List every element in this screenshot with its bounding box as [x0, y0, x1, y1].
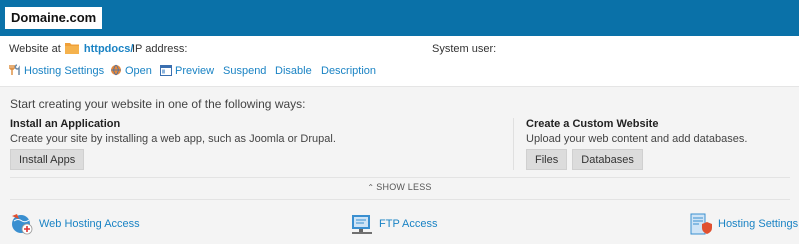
- custom-buttons: Files Databases: [526, 149, 643, 170]
- preview-link[interactable]: Preview: [160, 64, 214, 78]
- create-website-panel: Start creating your website in one of th…: [0, 86, 799, 244]
- system-user-label: System user:: [432, 43, 497, 55]
- divider-top: [10, 177, 790, 178]
- brand-logo[interactable]: Domaine.com: [5, 7, 103, 29]
- ip-address-label: IP address:: [132, 43, 188, 55]
- globe-icon: [111, 64, 121, 76]
- top-bar: Domaine.com: [0, 0, 799, 36]
- preview-icon: [160, 65, 172, 76]
- web-hosting-access-link[interactable]: Web Hosting Access: [10, 212, 140, 238]
- show-less-label: SHOW LESS: [376, 182, 432, 192]
- panel-headline: Start creating your website in one of th…: [10, 97, 306, 111]
- preview-label: Preview: [175, 65, 215, 77]
- hosting-settings-feature-link[interactable]: Hosting Settings: [689, 212, 798, 238]
- hosting-settings-label: Hosting Settings: [24, 65, 105, 77]
- website-location: Website at httpdocs/: [9, 42, 133, 56]
- open-link[interactable]: Open: [110, 64, 152, 78]
- databases-button[interactable]: Databases: [572, 149, 643, 170]
- hosting-settings-feature-label: Hosting Settings: [718, 218, 799, 230]
- website-at-label: Website at: [9, 43, 61, 55]
- system-user-value: [499, 42, 550, 54]
- open-label: Open: [125, 65, 152, 77]
- show-less-toggle[interactable]: ⌃ SHOW LESS: [0, 182, 799, 192]
- install-description: Create your site by installing a web app…: [10, 133, 336, 145]
- disable-link[interactable]: Disable: [275, 64, 312, 78]
- install-apps-button[interactable]: Install Apps: [10, 149, 85, 170]
- ftp-access-label: FTP Access: [379, 218, 438, 230]
- web-hosting-access-label: Web Hosting Access: [39, 218, 140, 230]
- folder-icon: [64, 43, 79, 54]
- hosting-settings-icon: [690, 213, 712, 235]
- httpdocs-link[interactable]: httpdocs/: [84, 43, 134, 55]
- install-title: Install an Application: [10, 118, 121, 130]
- suspend-link[interactable]: Suspend: [223, 64, 266, 78]
- hosting-settings-link[interactable]: Hosting Settings: [9, 64, 104, 78]
- install-buttons: Install Apps: [10, 149, 85, 170]
- ip-address: IP address:: [132, 42, 441, 56]
- custom-description: Upload your web content and add database…: [526, 133, 748, 145]
- web-hosting-access-icon: [12, 214, 33, 235]
- website-info-bar: Website at httpdocs/ IP address: System …: [0, 36, 799, 86]
- ftp-access-icon: [352, 215, 372, 234]
- custom-website-section: Create a Custom Website Upload your web …: [526, 118, 747, 145]
- system-user: System user:: [432, 42, 550, 56]
- wrench-fork-icon: [9, 64, 20, 75]
- column-divider: [513, 118, 514, 170]
- install-application-section: Install an Application Create your site …: [10, 118, 336, 145]
- ftp-access-link[interactable]: FTP Access: [350, 212, 437, 238]
- chevron-up-icon: ⌃: [367, 183, 375, 192]
- description-link[interactable]: Description: [321, 64, 376, 78]
- ip-address-value: [190, 42, 441, 54]
- files-button[interactable]: Files: [526, 149, 568, 170]
- divider-bottom: [10, 199, 790, 200]
- custom-title: Create a Custom Website: [526, 118, 659, 130]
